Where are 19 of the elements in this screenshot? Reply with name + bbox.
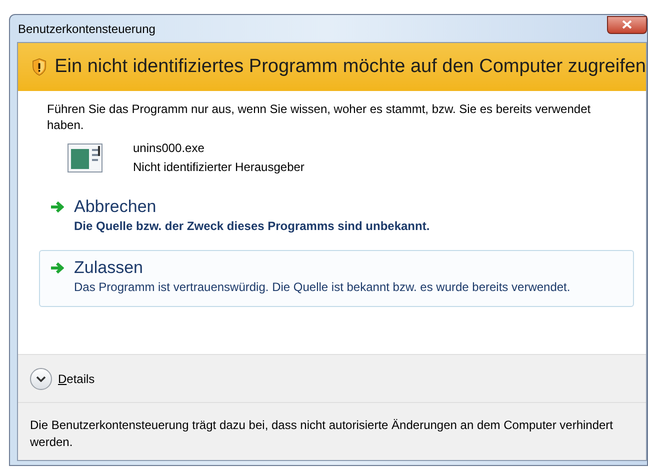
option-title: Abbrechen bbox=[74, 196, 158, 218]
window-title: Benutzerkontensteuerung bbox=[17, 20, 156, 38]
program-window-icon bbox=[67, 143, 103, 173]
arrow-icon bbox=[50, 201, 64, 213]
details-link[interactable]: Details bbox=[58, 370, 95, 388]
details-expand-button[interactable] bbox=[30, 368, 52, 390]
close-icon bbox=[622, 20, 632, 29]
arrow-icon bbox=[50, 262, 64, 274]
command-link[interactable]: Zulassen Das Programm ist vertrauenswürdig. Die Quelle ist bekannt bzw. es wurde bereits verwendet. bbox=[39, 250, 634, 307]
footer-text: Die Benutzerkontensteuerung trägt dazu bei, dass nicht autorisierte Änderungen an dem Computer verhindert werden. bbox=[30, 417, 614, 451]
option-description: Das Programm ist vertrauenswürdig. Die Quelle ist bekannt bzw. es wurde bereits verwendet. bbox=[74, 279, 570, 296]
option-description: Die Quelle bzw. der Zweck dieses Programms sind unbekannt. bbox=[74, 218, 430, 235]
option-title: Zulassen bbox=[74, 257, 144, 279]
chevron-icon bbox=[36, 376, 46, 382]
publisher-text: Nicht identifizierter Herausgeber bbox=[133, 159, 304, 176]
intro-text: Führen Sie das Programm nur aus, wenn Sie wissen, woher es stammt, bzw. Sie es bereits verwendet haben. bbox=[47, 101, 592, 133]
banner-text: Ein nicht identifiziertes Programm möchte auf den Computer zugreifen bbox=[54, 54, 646, 79]
close-button[interactable] bbox=[607, 16, 647, 34]
program-name: unins000.exe bbox=[133, 140, 206, 157]
